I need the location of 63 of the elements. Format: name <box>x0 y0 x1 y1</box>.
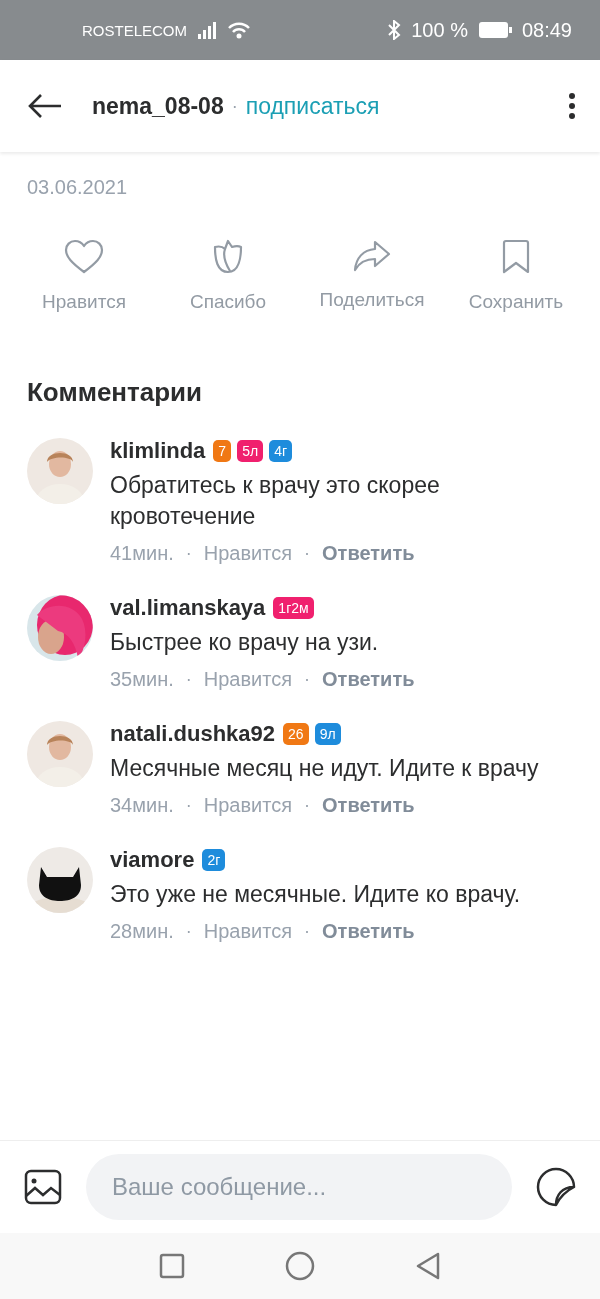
comment-text: Обратитесь к врачу это скорее кровотечение <box>110 471 441 531</box>
reply-link[interactable]: Ответить <box>322 542 415 565</box>
signal-icon <box>197 21 217 39</box>
user-badge: 4г <box>269 440 293 462</box>
comment-time: 41мин. <box>110 542 174 565</box>
separator-dot: · <box>304 921 311 942</box>
bookmark-icon <box>501 239 531 275</box>
back-arrow-icon[interactable] <box>28 93 62 119</box>
action-button[interactable]: Сохранить <box>444 239 588 313</box>
reply-link[interactable]: Ответить <box>322 794 415 817</box>
comment-author[interactable]: klimlinda <box>110 438 206 464</box>
comment-text: Месячные месяц не идут. Идите к врачу <box>110 754 540 783</box>
post-author[interactable]: nema_08-08 <box>92 92 224 120</box>
clock-time: 08:49 <box>521 18 572 42</box>
comments-heading: Комментарии <box>27 377 204 408</box>
user-badge: 1г2м <box>273 597 314 619</box>
separator-dot: · <box>231 95 238 117</box>
user-badge: 5л <box>237 440 264 462</box>
comment-author[interactable]: natali.dushka92 <box>110 721 276 747</box>
flower-icon <box>212 239 244 275</box>
home-icon[interactable] <box>285 1251 315 1281</box>
separator-dot: · <box>185 921 192 942</box>
back-icon[interactable] <box>415 1252 441 1280</box>
separator-dot: · <box>304 669 311 690</box>
recent-apps-icon[interactable] <box>159 1253 185 1279</box>
comment-author[interactable]: viamore <box>110 847 195 873</box>
subscribe-link[interactable]: подписаться <box>245 92 380 120</box>
separator-dot: · <box>185 795 192 816</box>
battery-icon <box>477 21 512 39</box>
like-link[interactable]: Нравится <box>203 542 293 565</box>
bluetooth-icon <box>387 20 402 40</box>
action-button[interactable]: Поделиться <box>300 239 444 313</box>
battery-percent: 100 % <box>411 18 468 42</box>
user-badge: 2г <box>202 849 226 871</box>
like-link[interactable]: Нравится <box>203 668 293 691</box>
like-link[interactable]: Нравится <box>203 794 293 817</box>
comment-author[interactable]: val.limanskaya <box>110 595 266 621</box>
wifi-icon <box>227 21 251 39</box>
comment-time: 34мин. <box>110 794 174 817</box>
action-button[interactable]: Нравится <box>12 239 156 313</box>
like-link[interactable]: Нравится <box>203 920 293 943</box>
comment-time: 28мин. <box>110 920 174 943</box>
carrier-name: ROSTELECOM <box>82 21 187 39</box>
heart-icon <box>64 239 104 275</box>
reply-link[interactable]: Ответить <box>322 668 415 691</box>
action-button[interactable]: Спасибо <box>156 239 300 313</box>
message-field[interactable]: Ваше сообщение... <box>86 1154 512 1220</box>
separator-dot: · <box>304 795 311 816</box>
separator-dot: · <box>185 543 192 564</box>
user-badge: 9л <box>314 723 341 745</box>
user-badge: 7 <box>213 440 232 462</box>
reply-link[interactable]: Ответить <box>322 920 415 943</box>
comment-time: 35мин. <box>110 668 174 691</box>
share-arrow-icon <box>353 239 391 273</box>
image-icon[interactable] <box>24 1169 62 1205</box>
sticker-icon[interactable] <box>536 1167 576 1207</box>
post-date: 03.06.2021 <box>26 175 129 199</box>
comment-text: Быстрее ко врачу на узи. <box>110 628 380 657</box>
user-badge: 26 <box>283 723 309 745</box>
more-menu-icon[interactable] <box>568 92 576 120</box>
separator-dot: · <box>185 669 192 690</box>
separator-dot: · <box>304 543 311 564</box>
comment-text: Это уже не месячные. Идите ко врачу. <box>110 880 522 909</box>
